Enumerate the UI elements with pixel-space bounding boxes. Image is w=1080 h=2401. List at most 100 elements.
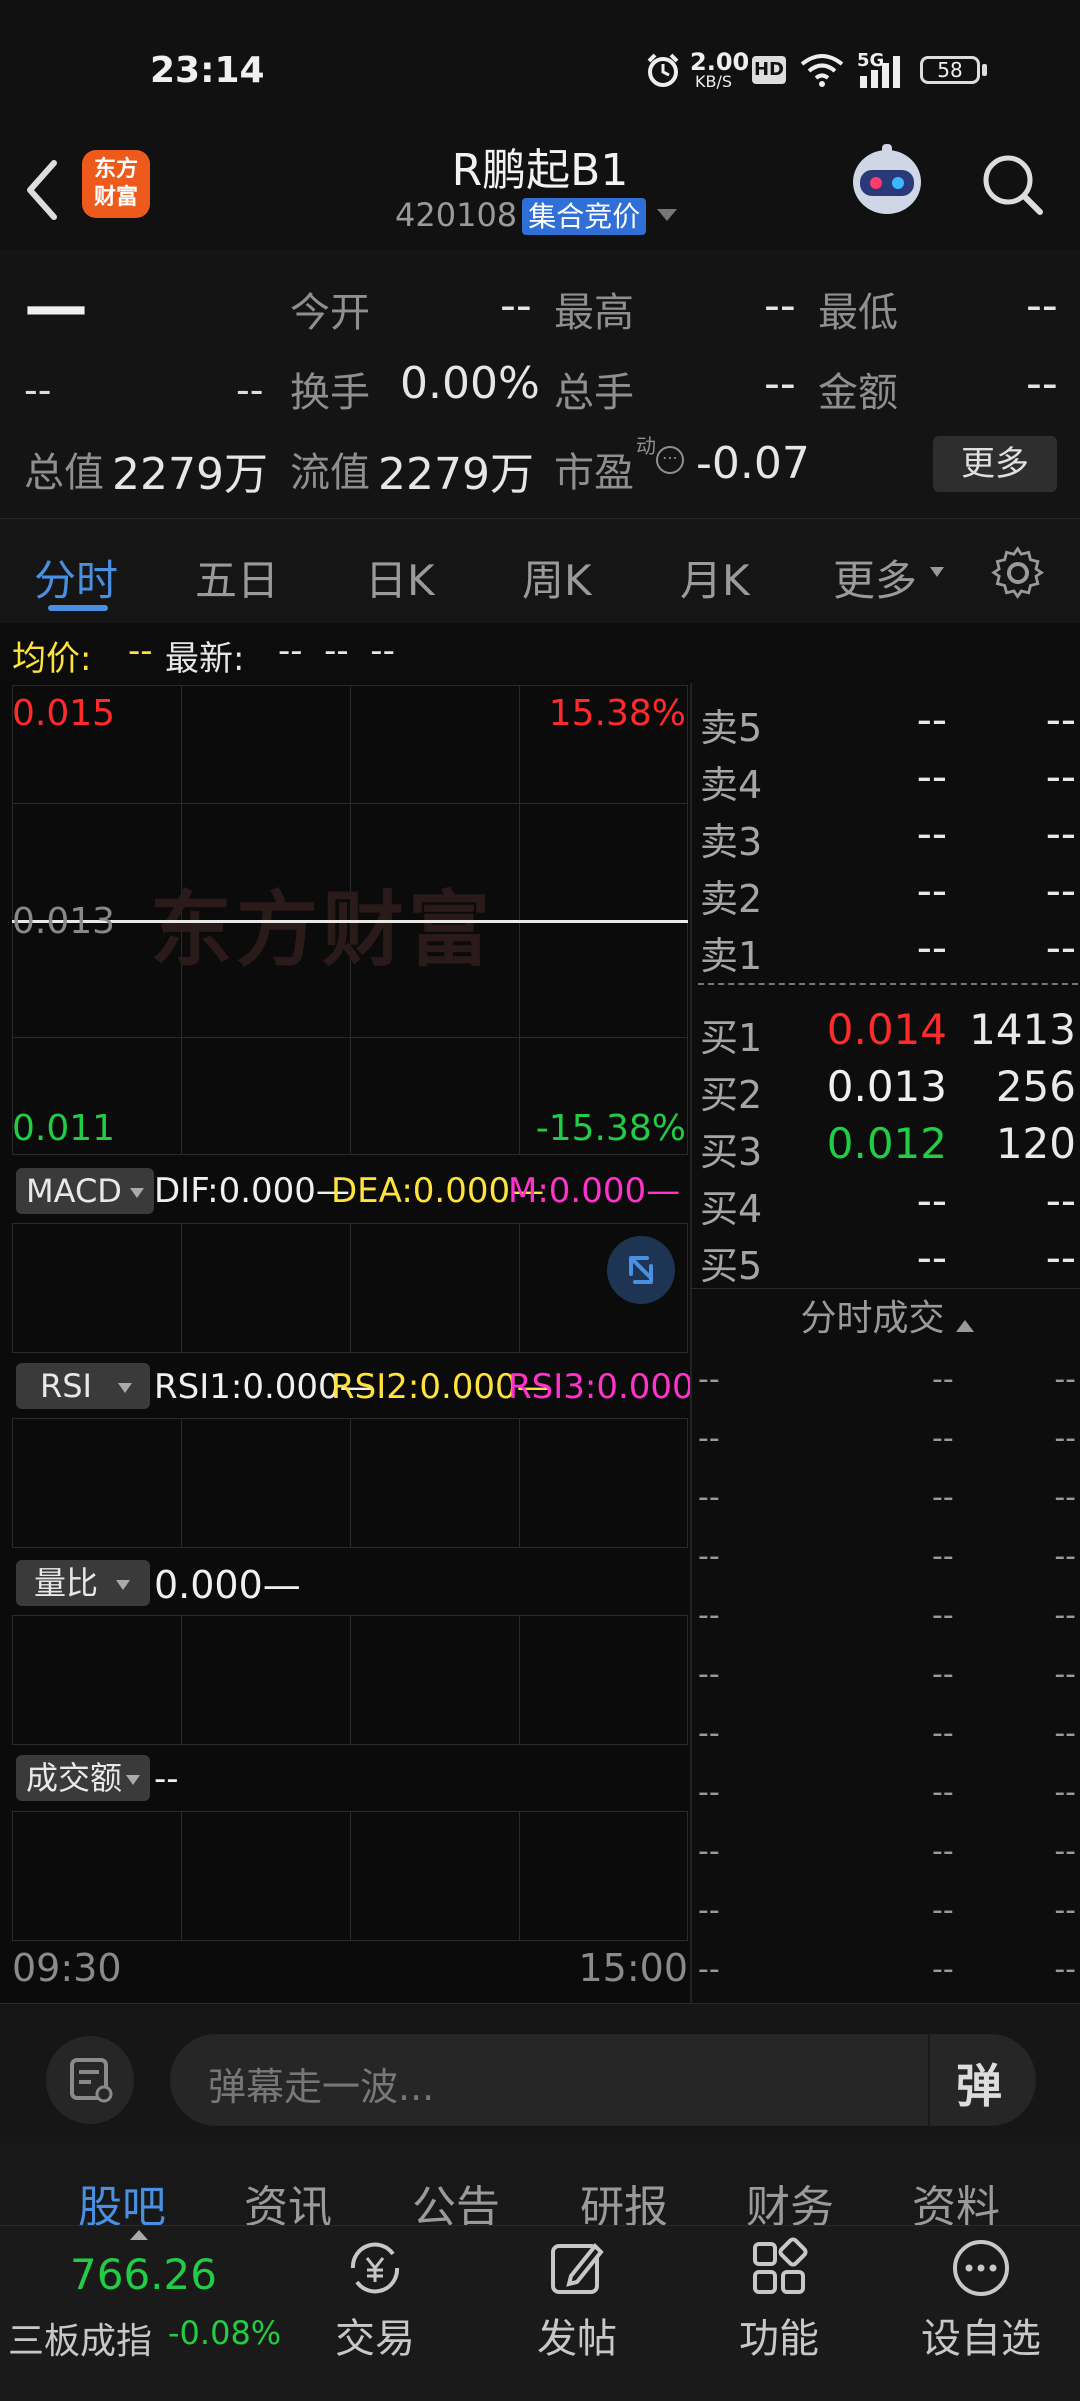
trade-time: -- xyxy=(698,1834,720,1869)
sell-price: -- xyxy=(916,923,947,972)
trades-header[interactable]: 分时成交 xyxy=(692,1288,1080,1349)
trade-row: -- -- -- xyxy=(692,1584,1080,1642)
sell-volume: -- xyxy=(1045,752,1076,801)
index-widget[interactable]: 766.26 三板成指 -0.08% xyxy=(0,2226,290,2401)
buy-price: 0.012 xyxy=(826,1119,947,1168)
trade-time: -- xyxy=(698,1539,720,1574)
expand-arrows-icon xyxy=(629,1256,653,1284)
amount-value: -- xyxy=(1026,358,1058,409)
danmaku-send-button[interactable]: 弹 xyxy=(956,2050,1002,2116)
settings-gear-icon[interactable] xyxy=(990,545,1046,601)
buy-level-label: 买3 xyxy=(700,1130,763,1174)
volume-ratio-selector[interactable]: 量比 xyxy=(16,1560,150,1606)
buy-row: 买2 0.013 256 xyxy=(692,1058,1080,1117)
rsi-grid-v3 xyxy=(519,1418,520,1548)
buy-level-label: 买4 xyxy=(700,1187,763,1231)
volume-ratio-name: 量比 xyxy=(34,1564,99,1602)
tab-monthly-k[interactable]: 月K xyxy=(680,547,750,608)
buy-row: 买5 -- -- xyxy=(692,1229,1080,1288)
rsi-selector[interactable]: RSI xyxy=(16,1363,150,1409)
trade-icon xyxy=(350,2242,400,2294)
status-time: 23:14 xyxy=(150,50,265,91)
nav-add-watchlist[interactable]: 设自选 xyxy=(906,2236,1056,2364)
tab-five-day[interactable]: 五日 xyxy=(195,547,279,608)
buy-level-label: 买5 xyxy=(700,1244,763,1288)
sell-price: -- xyxy=(916,809,947,858)
tab-daily-k[interactable]: 日K xyxy=(365,547,435,608)
sell-row: 卖1 -- -- xyxy=(692,919,1080,978)
price-change: -- xyxy=(24,368,52,412)
search-icon[interactable] xyxy=(978,150,1048,220)
trade-volume: -- xyxy=(1054,1421,1076,1456)
intraday-chart[interactable]: 东方财富 0.015 15.38% 0.013 0.011 -15.38% MA… xyxy=(0,683,728,2003)
trade-volume: -- xyxy=(1054,1480,1076,1515)
danmaku-settings-icon xyxy=(70,2058,113,2103)
buy-level-label: 买2 xyxy=(700,1073,763,1117)
sell-price: -- xyxy=(916,752,947,801)
buy-price: 0.013 xyxy=(826,1062,947,1111)
trade-price: -- xyxy=(932,1362,954,1397)
trade-time: -- xyxy=(698,1775,720,1810)
rsi-grid-v2 xyxy=(350,1418,351,1548)
app-header: 东方 财富 R鹏起B1 420108 集合竞价 xyxy=(0,140,1080,251)
low-label: 最低 xyxy=(818,290,898,336)
high-value: -- xyxy=(764,280,796,331)
sell-level-label: 卖5 xyxy=(700,706,763,750)
caret-up-icon xyxy=(955,1319,974,1332)
pe-value: -0.07 xyxy=(696,438,810,489)
tab-more-caret-icon xyxy=(930,567,944,577)
nav-post-label: 发帖 xyxy=(537,2316,617,2362)
vr-grid-v1 xyxy=(181,1615,182,1745)
sell-row: 卖4 -- -- xyxy=(692,748,1080,807)
time-start: 09:30 xyxy=(12,1946,122,1990)
edit-icon xyxy=(551,2243,604,2294)
tab-active-underline xyxy=(48,605,108,611)
macd-selector[interactable]: MACD xyxy=(16,1168,154,1214)
tab-weekly-k[interactable]: 周K xyxy=(522,547,592,608)
danmaku-settings-button[interactable] xyxy=(46,2036,134,2124)
nav-functions[interactable]: 功能 xyxy=(704,2236,854,2364)
trade-price: -- xyxy=(932,1480,954,1515)
turnover-selector[interactable]: 成交额 xyxy=(16,1755,150,1801)
sell-row: 卖5 -- -- xyxy=(692,691,1080,750)
latest-values: -- -- -- xyxy=(278,631,395,671)
robot-avatar-icon[interactable] xyxy=(842,140,932,225)
stock-code-selector[interactable]: 420108 集合竞价 xyxy=(395,195,678,235)
turnover-name: 成交额 xyxy=(26,1759,123,1797)
danmaku-input[interactable]: 弹幕走一波... 弹 xyxy=(170,2034,1036,2126)
tab-more[interactable]: 更多 xyxy=(833,547,917,608)
trade-time: -- xyxy=(698,1480,720,1515)
sell-row: 卖3 -- -- xyxy=(692,805,1080,864)
index-value: 766.26 xyxy=(70,2250,217,2299)
tab-intraday[interactable]: 分时 xyxy=(34,547,118,608)
sell-volume: -- xyxy=(1045,809,1076,858)
trade-price: -- xyxy=(932,1834,954,1869)
macd-dif: DIF:0.000— xyxy=(154,1171,350,1211)
sell-level-label: 卖3 xyxy=(700,820,763,864)
pct-label-bottom: -15.38% xyxy=(535,1108,686,1149)
pe-info-icon[interactable]: ⋯ xyxy=(656,446,684,474)
more-button[interactable]: 更多 xyxy=(933,436,1057,492)
vr-grid-v3 xyxy=(519,1615,520,1745)
macd-grid-v2 xyxy=(350,1223,351,1353)
turnover-value: -- xyxy=(154,1759,179,1799)
trade-row: -- -- -- xyxy=(692,1348,1080,1406)
trade-time: -- xyxy=(698,1362,720,1397)
expand-icon[interactable] xyxy=(607,1236,675,1304)
caret-up-icon xyxy=(130,2230,148,2240)
total-value-label: 总值 xyxy=(24,450,104,496)
buy-volume: -- xyxy=(1045,1176,1076,1225)
nav-post[interactable]: 发帖 xyxy=(502,2236,652,2364)
chevron-down-icon xyxy=(117,1383,132,1393)
open-value: -- xyxy=(500,280,532,331)
nav-add-watchlist-label: 设自选 xyxy=(921,2316,1041,2362)
y-label-bottom: 0.011 xyxy=(12,1108,116,1149)
index-name: 三板成指 xyxy=(8,2321,153,2362)
nav-trade[interactable]: 交易 xyxy=(300,2236,450,2364)
turnover-rate-value: 0.00% xyxy=(400,358,540,409)
vr-grid-v2 xyxy=(350,1615,351,1745)
trade-price: -- xyxy=(932,1716,954,1751)
buy-volume: 120 xyxy=(995,1119,1076,1168)
order-book: 卖5 -- -- 卖4 -- -- 卖3 -- -- 卖2 -- -- 卖1 -… xyxy=(690,683,1080,2003)
battery-icon: 58 xyxy=(920,56,980,84)
